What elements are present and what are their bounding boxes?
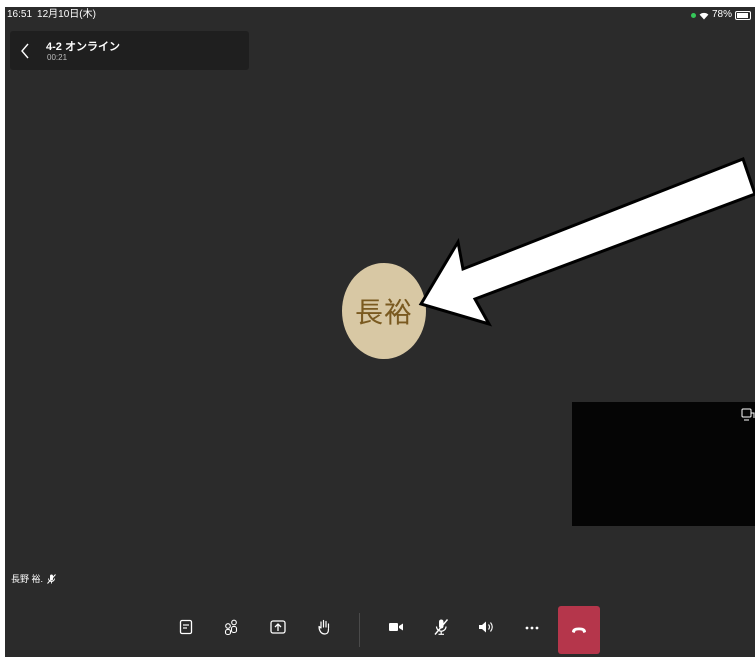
status-time: 16:51 — [7, 9, 33, 20]
meeting-screen: 16:51 12月10日(木) 78% 4-2 オンライン 00:21 長裕 長野… — [5, 7, 755, 657]
mic-button[interactable] — [429, 615, 453, 639]
share-icon — [270, 620, 286, 634]
raise-hand-icon — [318, 619, 330, 635]
participant-name: 長野 裕. — [11, 574, 44, 584]
camera-switch-icon[interactable] — [741, 408, 755, 422]
speaker-icon — [479, 621, 493, 633]
self-video-preview[interactable] — [572, 402, 755, 526]
video-icon — [389, 623, 403, 631]
status-left: 16:51 12月10日(木) — [7, 7, 101, 23]
chat-icon — [179, 619, 193, 635]
hang-up-button[interactable] — [558, 606, 600, 654]
green-dot-icon — [690, 12, 696, 18]
more-icon — [525, 626, 539, 630]
participant-avatar: 長裕 — [342, 263, 426, 359]
meeting-title: 4-2 オンライン — [46, 41, 120, 53]
mic-off-icon — [434, 619, 449, 635]
status-bar: 16:51 12月10日(木) 78% — [5, 7, 755, 23]
chat-button[interactable] — [174, 615, 198, 639]
hang-up-icon — [572, 627, 586, 633]
participants-icon — [224, 619, 238, 636]
control-divider — [359, 613, 360, 647]
more-button[interactable] — [520, 615, 544, 639]
battery-percent: 78% — [711, 9, 732, 20]
speaker-button[interactable] — [474, 615, 498, 639]
back-chevron-icon[interactable] — [20, 42, 30, 60]
participant-name-label: 長野 裕. — [11, 572, 56, 585]
status-right: 78% — [690, 7, 751, 23]
participants-button[interactable] — [219, 615, 243, 639]
call-control-bar — [5, 605, 755, 654]
wifi-icon — [699, 12, 709, 19]
meeting-header: 4-2 オンライン 00:21 — [10, 31, 249, 70]
mic-off-small-icon — [47, 573, 56, 584]
battery-icon — [735, 10, 751, 20]
raise-hand-button[interactable] — [312, 615, 336, 639]
meeting-timer: 00:21 — [47, 53, 68, 62]
status-date: 12月10日(木) — [37, 9, 96, 20]
share-button[interactable] — [266, 615, 290, 639]
video-button[interactable] — [384, 615, 408, 639]
